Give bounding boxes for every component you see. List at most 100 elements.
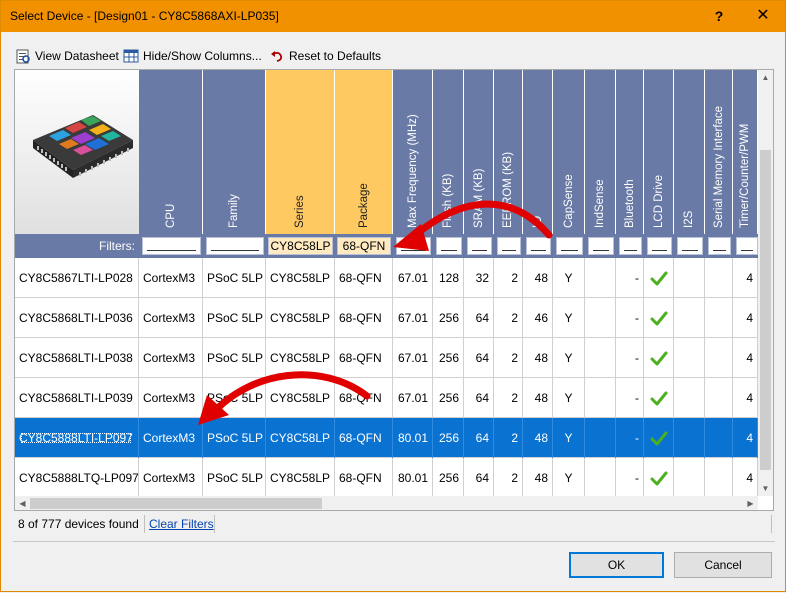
scroll-down-arrow[interactable]: ▼ [758, 481, 773, 496]
status-bar: 8 of 777 devices found Clear Filters [14, 513, 774, 535]
table-row[interactable]: CY8C5888LTQ-LP097 CortexM3 PSoC 5LP CY8C58L… [15, 458, 758, 496]
vertical-scroll-thumb[interactable] [760, 150, 771, 470]
hide-show-columns-button[interactable]: Hide/Show Columns... [123, 45, 262, 67]
scroll-left-arrow[interactable]: ◀ [15, 496, 30, 510]
column-header-family[interactable]: Family [203, 70, 266, 234]
cell-text: CY8C58LP [270, 271, 331, 285]
scroll-right-arrow[interactable]: ▶ [743, 496, 758, 510]
table-row[interactable]: CY8C5888LTI-LP097 CortexM3 PSoC 5LP CY8C58L… [15, 418, 758, 458]
filter-eeprom[interactable] [497, 237, 521, 255]
column-header-io[interactable]: IO [523, 70, 553, 234]
cell-indsense [585, 298, 616, 338]
filter-sram[interactable] [467, 237, 492, 255]
filter-flash[interactable] [436, 237, 462, 255]
cell-text: CY8C5868LTI-LP038 [19, 351, 133, 365]
cell-tcpwm: 4 [733, 378, 758, 418]
cell-text: PSoC 5LP [207, 271, 264, 285]
cell-part: CY8C5868LTI-LP036 [15, 298, 139, 338]
cell-lcd [644, 258, 674, 298]
cell-text: 128 [438, 271, 459, 285]
cell-text: 64 [475, 311, 489, 325]
cell-family: PSoC 5LP [203, 458, 266, 496]
table-row[interactable]: CY8C5868LTI-LP036 CortexM3 PSoC 5LP CY8C58L… [15, 298, 758, 338]
cell-part: CY8C5867LTI-LP028 [15, 258, 139, 298]
cell-text: Y [564, 431, 573, 445]
cell-lcd [644, 418, 674, 458]
cell-lcd [644, 298, 674, 338]
column-header-cpu[interactable]: CPU [139, 70, 203, 234]
filter-capsense[interactable] [556, 237, 583, 255]
cell-smi [705, 298, 733, 338]
column-header-max-frequency[interactable]: Max Frequency (MHz) [393, 70, 433, 234]
cell-series: CY8C58LP [266, 298, 335, 338]
filter-series[interactable]: CY8C58LP [268, 237, 333, 255]
column-header-sram[interactable]: SRAM (KB) [464, 70, 494, 234]
cell-text: Y [564, 471, 573, 485]
filter-max-frequency[interactable] [396, 237, 431, 255]
table-row[interactable]: CY8C5867LTI-LP028 CortexM3 PSoC 5LP CY8C58L… [15, 258, 758, 298]
cell-text: - [635, 271, 639, 285]
cell-text: 68-QFN [339, 311, 382, 325]
column-header-label: Max Frequency (MHz) [406, 114, 419, 228]
cell-text: 48 [534, 351, 548, 365]
help-button[interactable]: ? [707, 5, 731, 27]
reset-defaults-button[interactable]: Reset to Defaults [269, 45, 381, 67]
cell-smi [705, 338, 733, 378]
reset-defaults-label: Reset to Defaults [289, 49, 382, 63]
cell-text: CY8C5867LTI-LP028 [19, 271, 133, 285]
filter-indsense[interactable] [588, 237, 614, 255]
cell-text: 48 [534, 271, 548, 285]
cell-package: 68-QFN [335, 258, 393, 298]
cell-i2s [674, 298, 705, 338]
column-header-package[interactable]: Package [335, 70, 393, 234]
horizontal-scroll-thumb[interactable] [30, 498, 322, 509]
column-header-indsense[interactable]: IndSense [585, 70, 616, 234]
cell-eeprom: 2 [494, 338, 523, 378]
column-header-capsense[interactable]: CapSense [553, 70, 585, 234]
scroll-up-arrow[interactable]: ▲ [758, 70, 773, 85]
column-header-timer-counter-pwm[interactable]: Timer/Counter/PWM [733, 70, 758, 234]
view-datasheet-button[interactable]: View Datasheet [15, 45, 119, 67]
cell-cpu: CortexM3 [139, 338, 203, 378]
column-header-bluetooth[interactable]: Bluetooth [616, 70, 644, 234]
cell-flash: 256 [433, 338, 464, 378]
column-header-label: Family [228, 194, 240, 228]
filter-lcd-drive[interactable] [647, 237, 672, 255]
column-header-serial-memory-interface[interactable]: Serial Memory Interface [705, 70, 733, 234]
cell-text: 48 [534, 391, 548, 405]
filter-package[interactable]: 68-QFN [337, 237, 391, 255]
column-header-series[interactable]: Series [266, 70, 335, 234]
cell-sram: 64 [464, 418, 494, 458]
cell-text: 80.01 [397, 431, 428, 445]
close-button[interactable]: ✕ [741, 1, 785, 31]
filter-cpu[interactable] [142, 237, 201, 255]
column-header-lcd-drive[interactable]: LCD Drive [644, 70, 674, 234]
cell-flash: 256 [433, 458, 464, 496]
cell-lcd [644, 378, 674, 418]
horizontal-scrollbar[interactable]: ◀ ▶ [15, 496, 758, 510]
ok-button[interactable]: OK [569, 552, 664, 578]
cell-tcpwm: 4 [733, 258, 758, 298]
cell-text: - [635, 431, 639, 445]
column-header-label: Serial Memory Interface [712, 105, 725, 228]
filter-bluetooth[interactable] [619, 237, 642, 255]
cell-capsense: Y [553, 298, 585, 338]
filter-i2s[interactable] [677, 237, 703, 255]
column-header-flash[interactable]: Flash (KB) [433, 70, 464, 234]
filter-timer-counter-pwm[interactable] [736, 237, 758, 255]
cancel-button[interactable]: Cancel [674, 552, 772, 578]
clear-filters-link[interactable]: Clear Filters [149, 517, 214, 531]
cell-text: 80.01 [397, 471, 428, 485]
cell-text: CY8C58LP [270, 391, 331, 405]
cell-series: CY8C58LP [266, 378, 335, 418]
filter-io[interactable] [526, 237, 551, 255]
filter-family[interactable] [206, 237, 264, 255]
table-row[interactable]: CY8C5868LTI-LP038 CortexM3 PSoC 5LP CY8C58L… [15, 338, 758, 378]
table-row[interactable]: CY8C5868LTI-LP039 CortexM3 PSoC 5LP CY8C58L… [15, 378, 758, 418]
filter-serial-memory-interface[interactable] [708, 237, 731, 255]
vertical-scrollbar[interactable]: ▲ ▼ [758, 70, 773, 496]
column-header-eeprom[interactable]: EEPROM (KB) [494, 70, 523, 234]
column-header-i2s[interactable]: I2S [674, 70, 705, 234]
cell-family: PSoC 5LP [203, 418, 266, 458]
cell-maxfreq: 67.01 [393, 378, 433, 418]
